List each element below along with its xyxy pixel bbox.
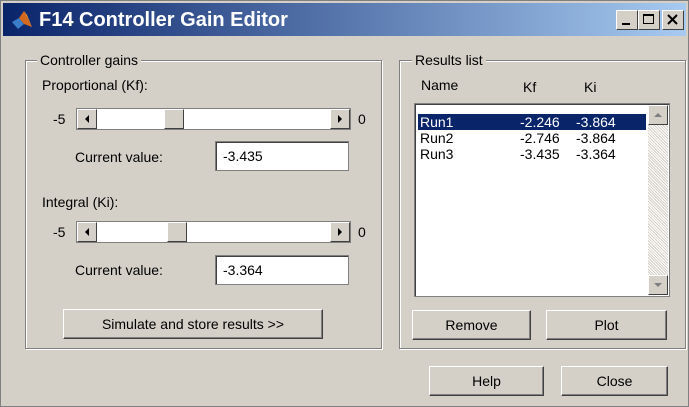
list-item-name: Run1: [420, 114, 454, 130]
controller-gains-legend: Controller gains: [37, 52, 142, 68]
arrow-down-icon: [654, 283, 662, 287]
list-item-kf: -2.246: [520, 114, 560, 130]
proportional-current-label: Current value:: [75, 149, 163, 165]
list-item-name: Run2: [420, 130, 454, 146]
list-item-ki: -3.864: [576, 130, 616, 146]
close-window-button[interactable]: [662, 10, 684, 30]
list-item[interactable]: Run2 -2.746 -3.864: [418, 130, 646, 146]
integral-slider[interactable]: [76, 221, 351, 243]
close-button[interactable]: Close: [561, 366, 668, 396]
proportional-min-label: -5: [53, 111, 66, 127]
simulate-store-button[interactable]: Simulate and store results >>: [63, 309, 323, 339]
list-item[interactable]: Run1 -2.246 -3.864: [418, 114, 646, 130]
proportional-slider-left[interactable]: [77, 109, 97, 129]
title-bar: F14 Controller Gain Editor: [3, 3, 686, 36]
integral-current-field[interactable]: -3.364: [215, 255, 349, 285]
list-item-kf: -3.435: [520, 146, 560, 162]
plot-button[interactable]: Plot: [546, 310, 667, 340]
results-header-name: Name: [421, 77, 459, 93]
integral-slider-thumb[interactable]: [167, 222, 187, 242]
arrow-right-icon: [338, 228, 342, 236]
integral-label: Integral (Ki):: [42, 194, 119, 210]
list-item-ki: -3.364: [576, 146, 616, 162]
proportional-slider-right[interactable]: [330, 109, 350, 129]
app-window: F14 Controller Gain Editor Controller ga…: [0, 0, 689, 407]
scroll-down-button[interactable]: [648, 275, 668, 295]
arrow-left-icon: [85, 228, 89, 236]
close-icon: [667, 14, 678, 25]
list-item-kf: -2.746: [520, 130, 560, 146]
remove-button[interactable]: Remove: [412, 310, 531, 340]
maximize-button[interactable]: [638, 10, 660, 30]
list-item[interactable]: Run3 -3.435 -3.364: [418, 146, 646, 162]
window-title: F14 Controller Gain Editor: [39, 9, 288, 31]
proportional-slider[interactable]: [76, 108, 351, 130]
integral-current-label: Current value:: [75, 262, 163, 278]
results-list-legend: Results list: [412, 52, 486, 68]
results-header-kf: Kf: [523, 79, 537, 95]
list-item-ki: -3.864: [576, 114, 616, 130]
help-button[interactable]: Help: [429, 366, 544, 396]
proportional-max-label: 0: [358, 111, 366, 127]
results-header-ki: Ki: [584, 79, 597, 95]
proportional-slider-thumb[interactable]: [164, 109, 184, 129]
integral-slider-right[interactable]: [330, 222, 350, 242]
proportional-label: Proportional (Kf):: [42, 77, 148, 93]
proportional-current-field[interactable]: -3.435: [215, 141, 349, 171]
integral-slider-left[interactable]: [77, 222, 97, 242]
arrow-left-icon: [85, 115, 89, 123]
scroll-up-button[interactable]: [648, 105, 668, 125]
integral-min-label: -5: [53, 224, 66, 240]
matlab-logo-icon: [12, 11, 32, 29]
arrow-right-icon: [338, 115, 342, 123]
integral-max-label: 0: [358, 224, 366, 240]
arrow-up-icon: [654, 113, 662, 117]
maximize-icon: [643, 14, 654, 24]
results-listbox[interactable]: Run1 -2.246 -3.864 Run2 -2.746 -3.864 Ru…: [414, 103, 670, 297]
list-item-name: Run3: [420, 146, 454, 162]
minimize-icon: [622, 23, 630, 25]
minimize-button[interactable]: [616, 10, 638, 30]
results-scrollbar[interactable]: [648, 105, 668, 295]
